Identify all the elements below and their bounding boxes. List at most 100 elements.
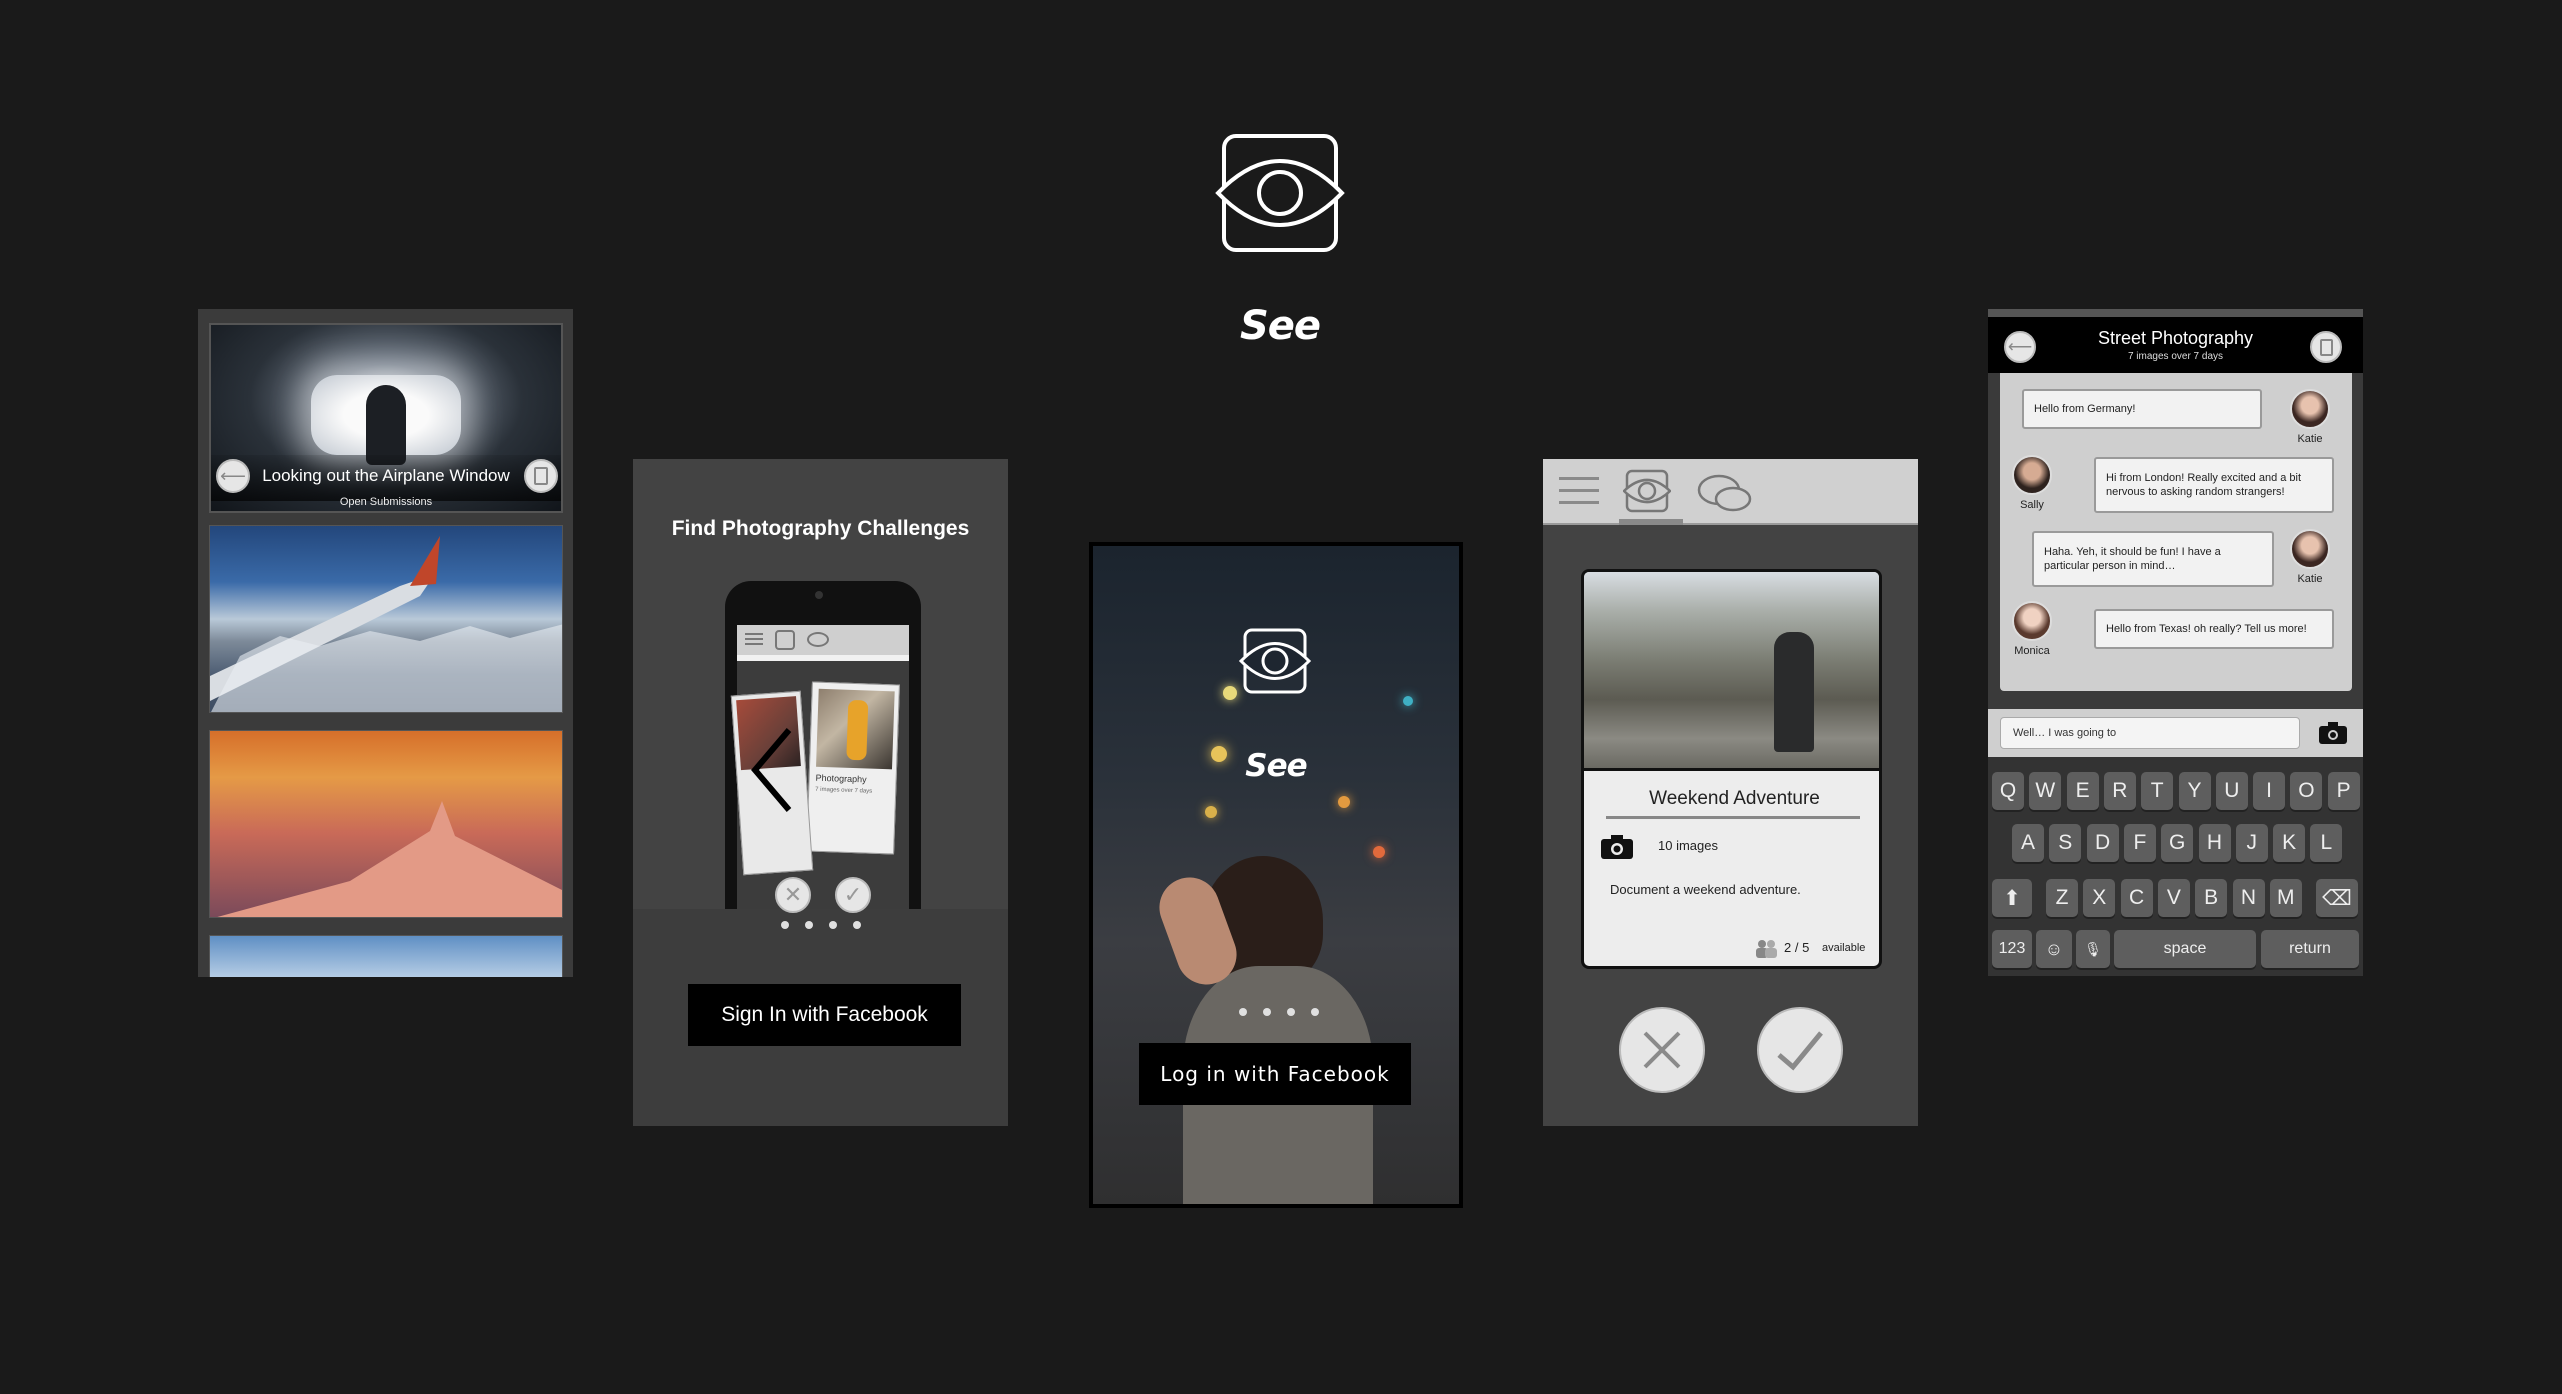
swipe-arrow-icon: [751, 728, 792, 812]
title-underline: [1606, 816, 1860, 819]
return-key[interactable]: return: [2261, 930, 2359, 968]
page-dot-3[interactable]: [829, 921, 837, 929]
mini-card-photo: [816, 688, 895, 770]
reject-button[interactable]: [1619, 1007, 1705, 1093]
message-bubble: Haha. Yeh, it should be fun! I have a pa…: [2032, 531, 2274, 587]
shift-key[interactable]: ⬆: [1992, 879, 2032, 917]
page-dot-4[interactable]: [853, 921, 861, 929]
document-button[interactable]: [524, 459, 558, 493]
key-i[interactable]: I: [2253, 772, 2286, 810]
numbers-key[interactable]: 123: [1992, 930, 2032, 968]
showcase-stage: See ⟵ Looking out the Airplane Window Op…: [0, 0, 2562, 1394]
mini-x-icon: ✕: [783, 882, 803, 907]
key-f[interactable]: F: [2123, 824, 2156, 862]
key-s[interactable]: S: [2049, 824, 2082, 862]
key-y[interactable]: Y: [2178, 772, 2211, 810]
key-k[interactable]: K: [2273, 824, 2306, 862]
mini-card-meta: 7 images over 7 days: [815, 786, 873, 795]
key-a[interactable]: A: [2012, 824, 2044, 862]
sender-name: Katie: [2297, 573, 2323, 585]
screen-login: See Log in with Facebook: [1089, 542, 1463, 1208]
card-description: Document a weekend adventure.: [1610, 882, 1801, 897]
avatar-katie: [2290, 529, 2330, 569]
status-bar: [1988, 309, 2363, 317]
mini-person: [846, 699, 869, 761]
back-button[interactable]: ⟵: [216, 459, 250, 493]
key-o[interactable]: O: [2290, 772, 2323, 810]
screen-challenge-gallery: ⟵ Looking out the Airplane Window Open S…: [198, 309, 573, 977]
page-dot-1[interactable]: [781, 921, 789, 929]
hero-subtitle: Open Submissions: [339, 496, 433, 508]
chat-back-button[interactable]: ⟵: [2004, 331, 2036, 363]
key-u[interactable]: U: [2215, 772, 2248, 810]
emoji-key[interactable]: ☺: [2036, 930, 2072, 968]
microphone-key[interactable]: 🎙: [2076, 930, 2110, 968]
mini-menu-icon: [745, 633, 763, 635]
key-n[interactable]: N: [2232, 879, 2265, 917]
photo-wing-sunset[interactable]: [209, 730, 563, 918]
camera-icon: [2319, 722, 2347, 744]
sign-in-facebook-button[interactable]: Sign In with Facebook: [688, 984, 961, 1046]
images-count: 10 images: [1658, 838, 1718, 853]
camera-button[interactable]: [2318, 721, 2348, 745]
login-app-name: See: [1245, 748, 1307, 784]
key-t[interactable]: T: [2141, 772, 2174, 810]
page-dot-2[interactable]: [805, 921, 813, 929]
chat-document-button[interactable]: [2310, 331, 2342, 363]
active-tab-indicator: [1619, 519, 1683, 525]
messages-area: Hello from Germany! Katie Sally Hi from …: [2000, 373, 2352, 691]
key-g[interactable]: G: [2161, 824, 2194, 862]
key-z[interactable]: Z: [2046, 879, 2078, 917]
login-dot-4[interactable]: [1311, 1008, 1319, 1016]
key-x[interactable]: X: [2083, 879, 2116, 917]
key-e[interactable]: E: [2066, 772, 2099, 810]
space-key[interactable]: space: [2114, 930, 2256, 968]
challenge-card[interactable]: Weekend Adventure 10 images Document a w…: [1581, 569, 1882, 969]
key-m[interactable]: M: [2269, 879, 2302, 917]
key-j[interactable]: J: [2235, 824, 2268, 862]
message-bubble: Hi from London! Really excited and a bit…: [2094, 457, 2334, 513]
onboarding-heading: Find Photography Challenges: [671, 517, 970, 540]
key-l[interactable]: L: [2310, 824, 2343, 862]
login-dot-2[interactable]: [1263, 1008, 1271, 1016]
menu-button[interactable]: [1559, 473, 1599, 507]
hiker-figure: [1774, 632, 1814, 752]
backspace-key[interactable]: ⌫: [2316, 879, 2358, 917]
hero-image[interactable]: ⟵ Looking out the Airplane Window Open S…: [209, 323, 563, 513]
top-nav: [1543, 459, 1918, 525]
tab-chat[interactable]: [1697, 473, 1753, 513]
key-v[interactable]: V: [2157, 879, 2190, 917]
chat-icon: [1697, 474, 1752, 512]
mini-chat-icon: [807, 632, 829, 647]
mini-card-back: Photography 7 images over 7 days: [806, 681, 900, 855]
bokeh-light: [1338, 796, 1350, 808]
key-p[interactable]: P: [2327, 772, 2360, 810]
key-q[interactable]: Q: [1992, 772, 2024, 810]
login-logo-icon: [1238, 628, 1312, 694]
message-input[interactable]: [2000, 717, 2300, 749]
x-icon: [1643, 1031, 1681, 1069]
document-icon: [2319, 338, 2333, 356]
sender-name: Katie: [2297, 433, 2323, 445]
photo-clouds[interactable]: [209, 935, 563, 977]
message-bubble: Hello from Texas! oh really? Tell us mor…: [2094, 609, 2334, 649]
bokeh-light: [1223, 686, 1237, 700]
login-dot-3[interactable]: [1287, 1008, 1295, 1016]
key-d[interactable]: D: [2086, 824, 2119, 862]
accept-button[interactable]: [1757, 1007, 1843, 1093]
document-icon: [534, 467, 548, 485]
arrow-left-icon: ⟵: [220, 465, 246, 486]
login-facebook-button[interactable]: Log in with Facebook: [1139, 1043, 1411, 1105]
key-c[interactable]: C: [2120, 879, 2153, 917]
screen-chat: ⟵ Street Photography 7 images over 7 day…: [1988, 309, 2363, 976]
tab-challenges[interactable]: [1622, 469, 1672, 513]
key-w[interactable]: W: [2029, 772, 2062, 810]
key-r[interactable]: R: [2103, 772, 2136, 810]
key-h[interactable]: H: [2198, 824, 2231, 862]
phone-screen: Photography 7 images over 7 days: [730, 625, 909, 911]
photo-airplane-wing-mountains[interactable]: [209, 525, 563, 713]
keyboard: Q W E R T Y U I O P A S D F G H J K L ⬆ Z X C V B N M ⌫ 123 ☺ 🎙 space re…: [1988, 757, 2363, 976]
chat-header: ⟵ Street Photography 7 images over 7 day…: [1988, 317, 2363, 373]
login-dot-1[interactable]: [1239, 1008, 1247, 1016]
key-b[interactable]: B: [2195, 879, 2228, 917]
